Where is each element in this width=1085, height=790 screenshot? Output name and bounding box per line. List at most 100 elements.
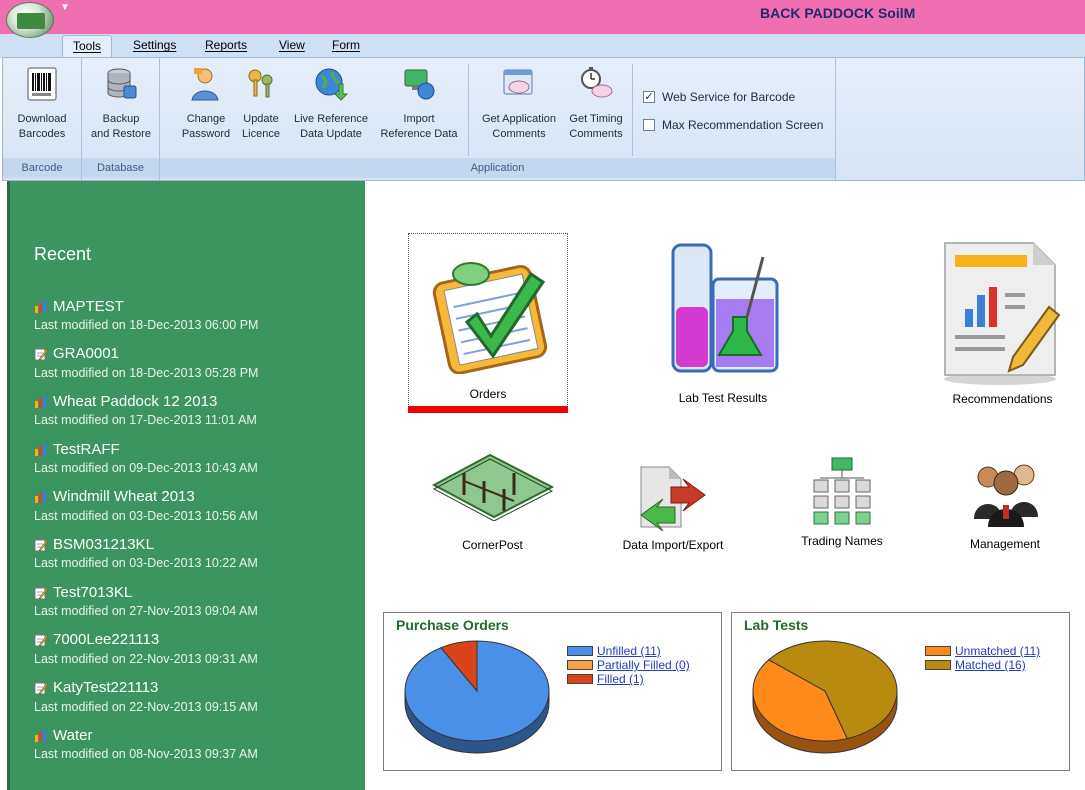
monitor-globe-icon <box>404 69 435 100</box>
backup-label-1: Backup <box>102 113 140 125</box>
recent-item-modified: Last modified on 22-Nov-2013 09:31 AM <box>34 651 258 666</box>
max-recommendation-checkbox[interactable]: Max Recommendation Screen <box>643 118 823 132</box>
tab-reports[interactable]: Reports <box>205 38 247 52</box>
legend-label[interactable]: Unfilled (11) <box>597 644 661 658</box>
recent-item[interactable]: GRA0001 Last modified on 18-Dec-2013 05:2… <box>34 344 364 392</box>
edit-form-icon <box>34 348 48 361</box>
tab-form[interactable]: Form <box>332 38 360 52</box>
recent-item-name-row: BSM031213KL <box>34 534 364 554</box>
recent-item[interactable]: Test7013KL Last modified on 27-Nov-2013 0… <box>34 582 364 630</box>
recent-item-name: KatyTest221113 <box>53 679 159 696</box>
comment-window-icon <box>503 69 533 95</box>
ribbon: Download Barcodes Barcode Backup and Res… <box>2 57 1085 181</box>
main-dashboard: Orders Lab Test Results Recommendations … <box>365 181 1085 790</box>
purchase-orders-legend: Unfilled (11) Partially Filled (0) Filled … <box>567 644 690 686</box>
app-logo-icon <box>17 13 45 29</box>
window-title: BACK PADDOCK SoilM <box>760 5 916 21</box>
lab-tests-pie-chart <box>752 640 898 754</box>
recommendations-label: Recommendations <box>952 392 1053 406</box>
barcode-icon <box>27 67 57 101</box>
backup-restore-button[interactable]: Backup and Restore <box>84 66 158 142</box>
download-barcodes-button[interactable]: Download Barcodes <box>5 66 79 142</box>
legend-entry[interactable]: Matched (16) <box>925 658 1040 672</box>
live-reference-label-1: Live Reference <box>294 113 368 125</box>
recent-item-name: GRA0001 <box>53 345 119 363</box>
orders-label: Orders <box>469 387 507 401</box>
get-application-comments-button[interactable]: Get Application Comments <box>474 66 564 142</box>
cornerpost-tile[interactable]: CornerPost <box>425 451 560 552</box>
legend-entry[interactable]: Unmatched (11) <box>925 644 1040 658</box>
change-password-label-1: Change <box>186 113 226 125</box>
get-timing-comments-button[interactable]: Get Timing Comments <box>563 66 629 142</box>
cornerpost-label: CornerPost <box>462 538 523 552</box>
purchase-orders-pie-chart <box>404 640 550 754</box>
import-export-arrows-icon <box>640 466 706 531</box>
legend-label[interactable]: Unmatched (11) <box>955 644 1040 658</box>
recent-item[interactable]: BSM031213KL Last modified on 03-Dec-2013 … <box>34 534 364 582</box>
recent-item[interactable]: Water Last modified on 08-Nov-2013 09:37 … <box>34 725 364 773</box>
recent-item-modified: Last modified on 17-Dec-2013 11:01 AM <box>34 413 257 428</box>
recommendations-tile[interactable]: Recommendations <box>930 239 1075 409</box>
group-label-barcode: Barcode <box>3 158 81 178</box>
update-licence-button[interactable]: Update Licence <box>236 66 286 142</box>
recent-item-modified: Last modified on 03-Dec-2013 10:56 AM <box>34 508 258 523</box>
edit-form-icon <box>34 634 48 647</box>
user-key-icon <box>191 68 219 101</box>
recent-item-name-row: Water <box>34 725 364 745</box>
legend-swatch <box>567 646 593 656</box>
management-tile[interactable]: Management <box>955 457 1055 552</box>
recent-item-name: TestRAFF <box>53 440 120 458</box>
recent-item[interactable]: MAPTEST Last modified on 18-Dec-2013 06:0… <box>34 296 364 344</box>
trading-names-tile[interactable]: Trading Names <box>787 456 897 551</box>
checkbox-unchecked-icon <box>643 119 655 131</box>
legend-entry[interactable]: Unfilled (11) <box>567 644 690 658</box>
legend-entry[interactable]: Partially Filled (0) <box>567 658 690 672</box>
import-reference-data-button[interactable]: Import Reference Data <box>376 66 462 142</box>
recent-item-name-row: Wheat Paddock 12 2013 <box>34 391 364 411</box>
web-service-barcode-label: Web Service for Barcode <box>662 90 796 104</box>
keys-icon <box>248 69 273 98</box>
recent-item[interactable]: TestRAFF Last modified on 09-Dec-2013 10:… <box>34 439 364 487</box>
live-reference-update-button[interactable]: Live Reference Data Update <box>287 66 375 142</box>
globe-download-icon <box>315 68 349 101</box>
checkbox-checked-icon: ✓ <box>643 91 655 103</box>
bar-chart-icon <box>35 728 46 742</box>
report-pencil-icon <box>944 242 1061 385</box>
legend-label[interactable]: Matched (16) <box>955 658 1026 672</box>
legend-swatch <box>567 674 593 684</box>
group-label-database: Database <box>82 158 159 178</box>
bar-chart-icon <box>35 442 46 456</box>
bar-chart-icon <box>35 394 46 408</box>
recent-item-name-row: GRA0001 <box>34 344 364 364</box>
change-password-button[interactable]: Change Password <box>178 66 234 142</box>
group-database: Backup and Restore Database <box>82 58 160 180</box>
recent-item[interactable]: Wheat Paddock 12 2013 Last modified on 17… <box>34 391 364 439</box>
title-bar: ▼ BACK PADDOCK SoilM <box>0 0 1085 34</box>
recent-item-name: Water <box>53 726 93 744</box>
quick-access-dropdown-icon[interactable]: ▼ <box>60 2 70 13</box>
import-reference-label-1: Import <box>403 113 435 125</box>
recent-list: MAPTEST Last modified on 18-Dec-2013 06:0… <box>34 296 364 773</box>
lab-test-results-tile[interactable]: Lab Test Results <box>643 237 803 407</box>
update-licence-label-2: Licence <box>242 128 280 140</box>
lab-beakers-icon <box>671 243 779 373</box>
recent-title: Recent <box>34 244 92 264</box>
recent-item[interactable]: KatyTest221113 Last modified on 22-Nov-20… <box>34 678 364 726</box>
web-service-barcode-checkbox[interactable]: ✓ Web Service for Barcode <box>643 90 795 104</box>
data-import-export-tile[interactable]: Data Import/Export <box>613 461 733 556</box>
legend-label[interactable]: Filled (1) <box>597 672 644 686</box>
orders-selected-indicator <box>408 406 568 413</box>
legend-swatch <box>567 660 593 670</box>
bar-chart-icon <box>35 299 46 313</box>
recent-item[interactable]: 7000Lee221113 Last modified on 22-Nov-201… <box>34 630 364 678</box>
group-application: Change Password Update Licence Live Refe… <box>160 58 836 180</box>
orders-tile[interactable]: Orders <box>408 233 568 413</box>
legend-label[interactable]: Partially Filled (0) <box>597 658 690 672</box>
tab-settings[interactable]: Settings <box>133 38 176 52</box>
recent-item[interactable]: Windmill Wheat 2013 Last modified on 03-D… <box>34 487 364 535</box>
application-menu-button[interactable] <box>6 2 54 38</box>
backup-label-2: and Restore <box>91 128 151 140</box>
legend-entry[interactable]: Filled (1) <box>567 672 690 686</box>
tab-tools[interactable]: Tools <box>62 35 113 59</box>
tab-view[interactable]: View <box>279 38 305 52</box>
